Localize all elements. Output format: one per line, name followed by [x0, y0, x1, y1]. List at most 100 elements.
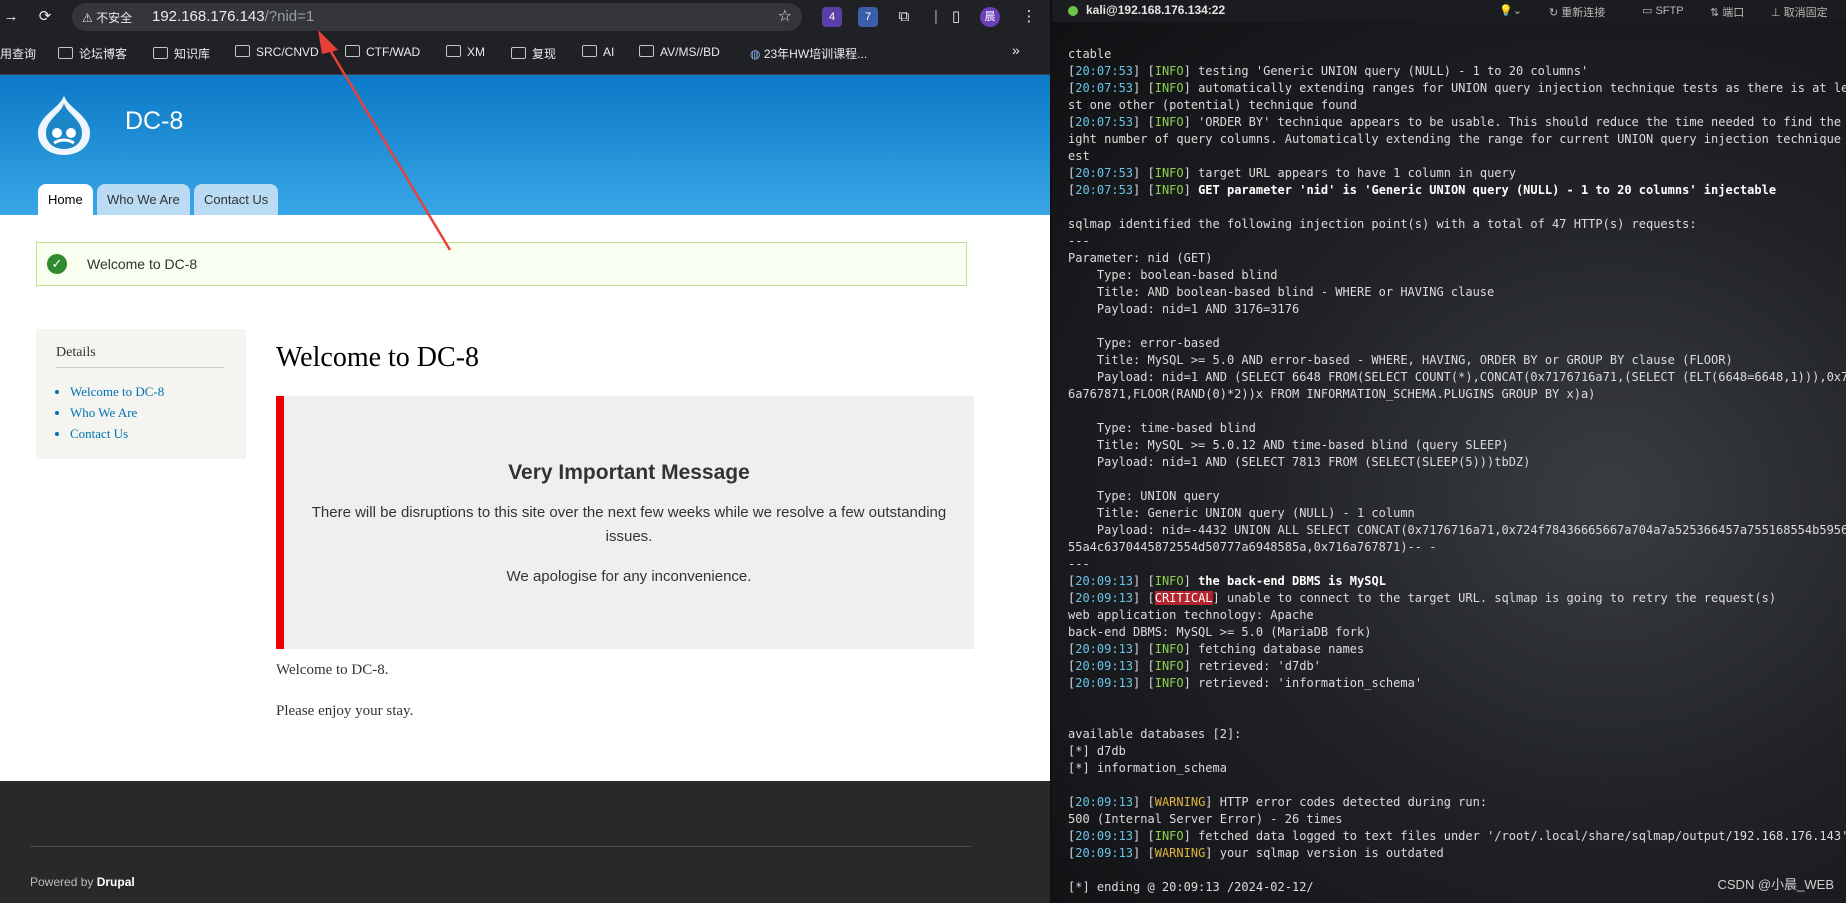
bookmark-folder[interactable]: 论坛博客 — [58, 45, 127, 62]
log-text: [*] ending @ 20:09:13 /2024-02-12/ — [1068, 880, 1314, 894]
sidebar-link-welcome[interactable]: Welcome to DC-8 — [70, 381, 164, 402]
extensions-puzzle-icon[interactable]: ⧉ — [893, 6, 915, 28]
folder-icon — [639, 45, 654, 57]
tab-who-we-are[interactable]: Who We Are — [97, 184, 190, 215]
terminal-title: kali@192.168.176.134:22 — [1086, 3, 1226, 17]
terminal-line: st one other (potential) technique found — [1068, 97, 1838, 114]
bracket: ] — [1183, 166, 1199, 180]
bookmark-item[interactable]: 用查询 — [0, 45, 36, 62]
bookmark-folder[interactable]: CTF/WAD — [345, 45, 420, 59]
address-bar[interactable]: ⚠ 不安全 192.168.176.143/?nid=1 ☆ — [72, 3, 802, 31]
log-text: Type: boolean-based blind — [1068, 268, 1278, 282]
reload-icon[interactable]: ⟳ — [34, 6, 56, 28]
bracket: ] — [1205, 846, 1220, 860]
log-text: est — [1068, 149, 1090, 163]
ssh-terminal[interactable]: kali@192.168.176.134:22 💡⌄ ↻ 重新连接 ▭ SFTP… — [1052, 0, 1846, 903]
menu-kebab-icon[interactable]: ⋮ — [1018, 6, 1040, 28]
terminal-line: Type: UNION query — [1068, 488, 1838, 505]
log-message: testing 'Generic UNION query (NULL) - 1 … — [1198, 64, 1589, 78]
log-text: [*] information_schema — [1068, 761, 1227, 775]
terminal-line: Title: MySQL >= 5.0 AND error-based - WH… — [1068, 352, 1838, 369]
folder-icon — [582, 45, 597, 57]
sidebar-link-contact-us[interactable]: Contact Us — [70, 423, 164, 444]
log-level: INFO — [1154, 115, 1184, 129]
bookmark-star-icon[interactable]: ☆ — [778, 6, 792, 26]
terminal-line: Payload: nid=-4432 UNION ALL SELECT CONC… — [1068, 522, 1846, 539]
log-level: INFO — [1154, 829, 1184, 843]
lightbulb-icon[interactable]: 💡⌄ — [1499, 4, 1522, 17]
log-message: unable to connect to the target URL. sql… — [1226, 591, 1777, 605]
log-text: Payload: nid=1 AND (SELECT 7813 FROM (SE… — [1068, 455, 1531, 469]
watermark: CSDN @小晨_WEB — [1717, 877, 1835, 892]
site-name[interactable]: DC-8 — [125, 107, 183, 136]
log-text: ight number of query columns. Automatica… — [1068, 132, 1846, 146]
bracket: ] — [1212, 591, 1227, 605]
drupal-link[interactable]: Drupal — [97, 875, 135, 889]
bracket: ] [ — [1133, 659, 1155, 673]
security-warning[interactable]: ⚠ 不安全 — [82, 9, 132, 26]
unpin-button[interactable]: ⊥ 取消固定 — [1771, 4, 1828, 20]
terminal-line: Parameter: nid (GET) — [1068, 250, 1838, 267]
tab-home[interactable]: Home — [38, 184, 93, 215]
terminal-line: Type: boolean-based blind — [1068, 267, 1838, 284]
bracket: ] [ — [1133, 642, 1155, 656]
forward-icon[interactable]: → — [0, 6, 22, 28]
tab-contact-us[interactable]: Contact Us — [194, 184, 279, 215]
terminal-line: [20:09:13] [CRITICAL] unable to connect … — [1068, 590, 1838, 607]
terminal-output[interactable]: ctable [20:07:53] [INFO] testing 'Generic… — [1068, 46, 1846, 896]
log-text: Type: UNION query — [1068, 489, 1220, 503]
log-level: INFO — [1154, 183, 1184, 197]
terminal-line: 55a4c6370445872554d50777a6948585a,0x716a… — [1068, 539, 1838, 556]
bookmark-item[interactable]: ◍ 23年HW培训课程... — [750, 45, 867, 62]
terminal-line: back-end DBMS: MySQL >= 5.0 (MariaDB for… — [1068, 624, 1838, 641]
check-circle-icon: ✓ — [47, 254, 67, 274]
terminal-line: --- — [1068, 556, 1838, 573]
log-text: --- — [1068, 557, 1090, 571]
sftp-button[interactable]: ▭ SFTP — [1642, 4, 1684, 17]
log-timestamp: 20:09:13 — [1075, 676, 1134, 690]
reconnect-button[interactable]: ↻ 重新连接 — [1549, 4, 1605, 20]
terminal-line: available databases [2]: — [1068, 726, 1838, 743]
terminal-line: Type: time-based blind — [1068, 420, 1838, 437]
profile-avatar[interactable]: 晨 — [980, 7, 1000, 27]
side-panel-icon[interactable]: ▯ — [945, 6, 967, 28]
url-text[interactable]: 192.168.176.143/?nid=1 — [152, 8, 314, 25]
log-text: st one other (potential) technique found — [1068, 98, 1357, 112]
bookmarks-bar: 用查询 论坛博客 知识库 SRC/CNVD CTF/WAD XM 复现 AI A… — [0, 34, 1050, 75]
sidebar-link-who-we-are[interactable]: Who We Are — [70, 402, 164, 423]
bracket: ] — [1205, 795, 1220, 809]
terminal-line: Type: error-based — [1068, 335, 1838, 352]
bookmark-folder[interactable]: 复现 — [511, 45, 556, 62]
more-bookmarks-chevron-icon[interactable]: » — [1012, 42, 1020, 58]
powered-by: Powered by Drupal — [30, 875, 135, 889]
bookmark-folder[interactable]: SRC/CNVD — [235, 45, 319, 59]
bookmark-folder[interactable]: XM — [446, 45, 485, 59]
extension-icon[interactable]: 4 — [822, 7, 842, 27]
terminal-line: [20:09:13] [INFO] the back-end DBMS is M… — [1068, 573, 1838, 590]
bracket: ] — [1183, 676, 1199, 690]
log-text: [*] d7db — [1068, 744, 1126, 758]
bookmark-folder[interactable]: 知识库 — [153, 45, 210, 62]
bracket: ] [ — [1133, 64, 1155, 78]
log-text: Type: error-based — [1068, 336, 1220, 350]
bookmark-folder[interactable]: AV/MS//BD — [639, 45, 720, 59]
log-timestamp: 20:09:13 — [1075, 846, 1134, 860]
separator: | — [934, 8, 938, 25]
bookmark-folder[interactable]: AI — [582, 45, 614, 59]
log-text: 500 (Internal Server Error) - 26 times — [1068, 812, 1343, 826]
drupal-logo[interactable] — [36, 93, 92, 157]
bracket: ] — [1183, 659, 1199, 673]
log-timestamp: 20:07:53 — [1075, 183, 1134, 197]
extension-icon[interactable]: 7 — [858, 7, 878, 27]
connection-status-icon — [1068, 6, 1078, 16]
log-message: retrieved: 'information_schema' — [1198, 676, 1423, 690]
terminal-line: web application technology: Apache — [1068, 607, 1838, 624]
log-text: Payload: nid=-4432 UNION ALL SELECT CONC… — [1068, 523, 1846, 537]
terminal-line: Title: Generic UNION query (NULL) - 1 co… — [1068, 505, 1838, 522]
port-button[interactable]: ⇅ 端口 — [1710, 4, 1744, 20]
bracket: ] [ — [1133, 183, 1155, 197]
log-level: INFO — [1154, 676, 1184, 690]
